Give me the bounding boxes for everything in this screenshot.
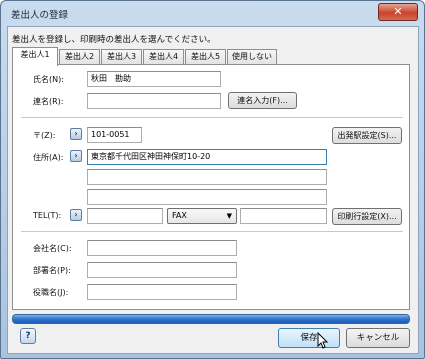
divider-1: [21, 117, 403, 118]
departure-station-button[interactable]: 出発駅設定(S)...: [332, 127, 402, 144]
address-expand-button[interactable]: ›: [70, 150, 82, 162]
tab-sender-1[interactable]: 差出人1: [12, 47, 58, 66]
chevron-right-icon: ›: [74, 210, 78, 219]
job-title-field[interactable]: [87, 284, 237, 300]
tab-sender-5[interactable]: 差出人5: [185, 49, 226, 65]
joint-name-input-button[interactable]: 連名入力(F)...: [228, 92, 297, 109]
address-line-2-field[interactable]: [87, 169, 327, 185]
close-icon: ✕: [393, 5, 403, 18]
cancel-button[interactable]: キャンセル: [346, 328, 410, 348]
close-button[interactable]: ✕: [378, 3, 418, 21]
company-label: 会社名(C):: [33, 244, 72, 253]
tel-expand-button[interactable]: ›: [70, 209, 82, 221]
instruction-text: 差出人を登録し、印刷時の差出人を選んでください。: [12, 35, 216, 45]
joint-name-label: 連名(R):: [33, 97, 64, 106]
sender-panel: 氏名(N): 秋田 勘助 連名(R): 連名入力(F)... 〒(Z): › 1…: [12, 64, 410, 310]
fax-type-select[interactable]: FAX ▼: [167, 208, 237, 224]
name-label: 氏名(N):: [33, 75, 64, 84]
dialog-window: 差出人の登録 ✕ 差出人を登録し、印刷時の差出人を選んでください。 差出人1 差…: [0, 0, 425, 359]
chevron-right-icon: ›: [74, 151, 78, 160]
department-label: 部署名(P):: [33, 266, 71, 275]
joint-name-field[interactable]: [87, 93, 221, 109]
address-line-1-field[interactable]: 東京都千代田区神田神保町10-20: [87, 149, 327, 165]
save-button[interactable]: 保存: [278, 328, 340, 348]
address-label: 住所(A):: [33, 153, 64, 162]
company-field[interactable]: [87, 240, 237, 256]
progress-bar: [12, 314, 410, 324]
address-line-3-field[interactable]: [87, 189, 327, 205]
job-title-label: 役職名(J):: [33, 288, 69, 297]
divider-2: [21, 231, 403, 232]
tel-label: TEL(T):: [33, 211, 62, 220]
department-field[interactable]: [87, 262, 237, 278]
title-bar[interactable]: 差出人の登録 ✕: [1, 1, 424, 25]
tab-sender-3[interactable]: 差出人3: [101, 49, 142, 65]
zip-label: 〒(Z):: [33, 131, 56, 140]
chevron-right-icon: ›: [74, 129, 78, 138]
name-field[interactable]: 秋田 勘助: [87, 71, 221, 87]
fax-field[interactable]: [240, 208, 327, 224]
zip-expand-button[interactable]: ›: [70, 128, 82, 140]
help-icon: ?: [25, 331, 31, 341]
dialog-body: 差出人を登録し、印刷時の差出人を選んでください。 差出人1 差出人2 差出人3 …: [7, 26, 419, 354]
fax-type-value: FAX: [172, 211, 187, 220]
print-line-settings-button[interactable]: 印刷行設定(X)...: [332, 208, 402, 225]
help-button[interactable]: ?: [20, 328, 36, 344]
tel-field[interactable]: [87, 208, 163, 224]
tab-sender-4[interactable]: 差出人4: [143, 49, 184, 65]
tab-sender-2[interactable]: 差出人2: [59, 49, 100, 65]
window-title: 差出人の登録: [11, 10, 69, 21]
mouse-cursor-icon: [317, 332, 329, 349]
chevron-down-icon: ▼: [226, 212, 232, 220]
tab-not-used[interactable]: 使用しない: [227, 49, 277, 65]
zip-field[interactable]: 101-0051: [87, 127, 142, 143]
